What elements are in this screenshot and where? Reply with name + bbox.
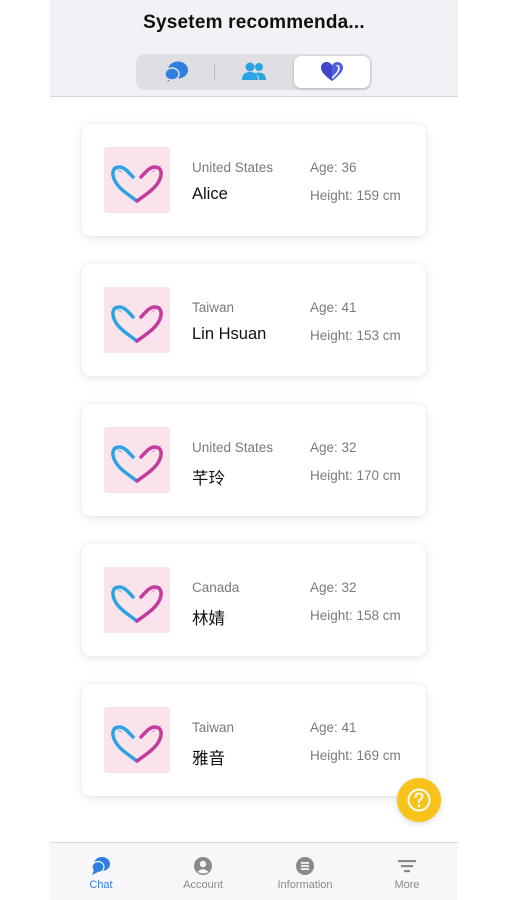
hummingbird-heart-logo-icon <box>109 723 165 763</box>
avatar <box>104 287 170 353</box>
avatar <box>104 567 170 633</box>
tab-label: More <box>394 879 420 891</box>
hummingbird-heart-logo-icon <box>109 163 165 203</box>
tab-label: Information <box>277 879 333 891</box>
height: Height: 170 cm <box>310 468 401 483</box>
header: Sysetem recommenda... <box>50 0 458 97</box>
age: Age: 32 <box>310 580 357 595</box>
segmented-control <box>136 54 372 90</box>
country: United States <box>192 160 274 175</box>
country: Taiwan <box>192 720 235 735</box>
tab-more[interactable]: More <box>356 843 458 900</box>
avatar <box>104 427 170 493</box>
profile-card[interactable]: United States 芊玲 Age: 32 Height: 170 cm <box>82 404 426 516</box>
tab-information[interactable]: Information <box>254 843 356 900</box>
filter-icon <box>398 860 416 873</box>
profile-name: 雅音 <box>192 750 225 768</box>
height: Height: 169 cm <box>310 748 401 763</box>
app-screen: Sysetem recommenda... United States Alic… <box>50 0 458 900</box>
segment-heart[interactable] <box>294 56 370 88</box>
segment-people[interactable] <box>216 56 292 88</box>
profile-name: 林婧 <box>192 610 225 628</box>
segment-chat[interactable] <box>138 56 214 88</box>
avatar <box>104 707 170 773</box>
profile-name: Alice <box>192 185 228 203</box>
segment-divider <box>214 64 215 80</box>
hummingbird-heart-logo-icon <box>109 303 165 343</box>
tab-account[interactable]: Account <box>152 843 254 900</box>
profile-list: United States Alice Age: 36 Height: 159 … <box>50 96 458 842</box>
heart-icon <box>321 62 343 81</box>
hummingbird-heart-logo-icon <box>109 443 165 483</box>
country: Taiwan <box>192 300 235 315</box>
question-mark-icon <box>407 788 431 812</box>
country: United States <box>192 440 274 455</box>
country: Canada <box>192 580 240 595</box>
tab-chat[interactable]: Chat <box>50 843 152 900</box>
profile-card[interactable]: Taiwan Lin Hsuan Age: 41 Height: 153 cm <box>82 264 426 376</box>
bottom-tab-bar: Chat Account Information More <box>50 842 458 900</box>
age: Age: 36 <box>310 160 357 175</box>
account-icon <box>194 857 212 875</box>
profile-name: Lin Hsuan <box>192 325 267 343</box>
height: Height: 159 cm <box>310 188 401 203</box>
people-icon <box>242 62 266 80</box>
age: Age: 32 <box>310 440 357 455</box>
hummingbird-heart-logo-icon <box>109 583 165 623</box>
profile-card[interactable]: Canada 林婧 Age: 32 Height: 158 cm <box>82 544 426 656</box>
profile-name: 芊玲 <box>192 470 225 488</box>
chat-icon <box>91 857 110 875</box>
page-title: Sysetem recommenda... <box>143 12 365 33</box>
profile-card[interactable]: United States Alice Age: 36 Height: 159 … <box>82 124 426 236</box>
chat-bubbles-icon <box>164 61 188 82</box>
list-icon <box>296 857 314 875</box>
age: Age: 41 <box>310 300 357 315</box>
profile-card[interactable]: Taiwan 雅音 Age: 41 Height: 169 cm <box>82 684 426 796</box>
tab-label: Chat <box>89 879 113 891</box>
height: Height: 153 cm <box>310 328 401 343</box>
age: Age: 41 <box>310 720 357 735</box>
help-button[interactable] <box>397 778 441 822</box>
avatar <box>104 147 170 213</box>
height: Height: 158 cm <box>310 608 401 623</box>
tab-label: Account <box>183 879 223 891</box>
